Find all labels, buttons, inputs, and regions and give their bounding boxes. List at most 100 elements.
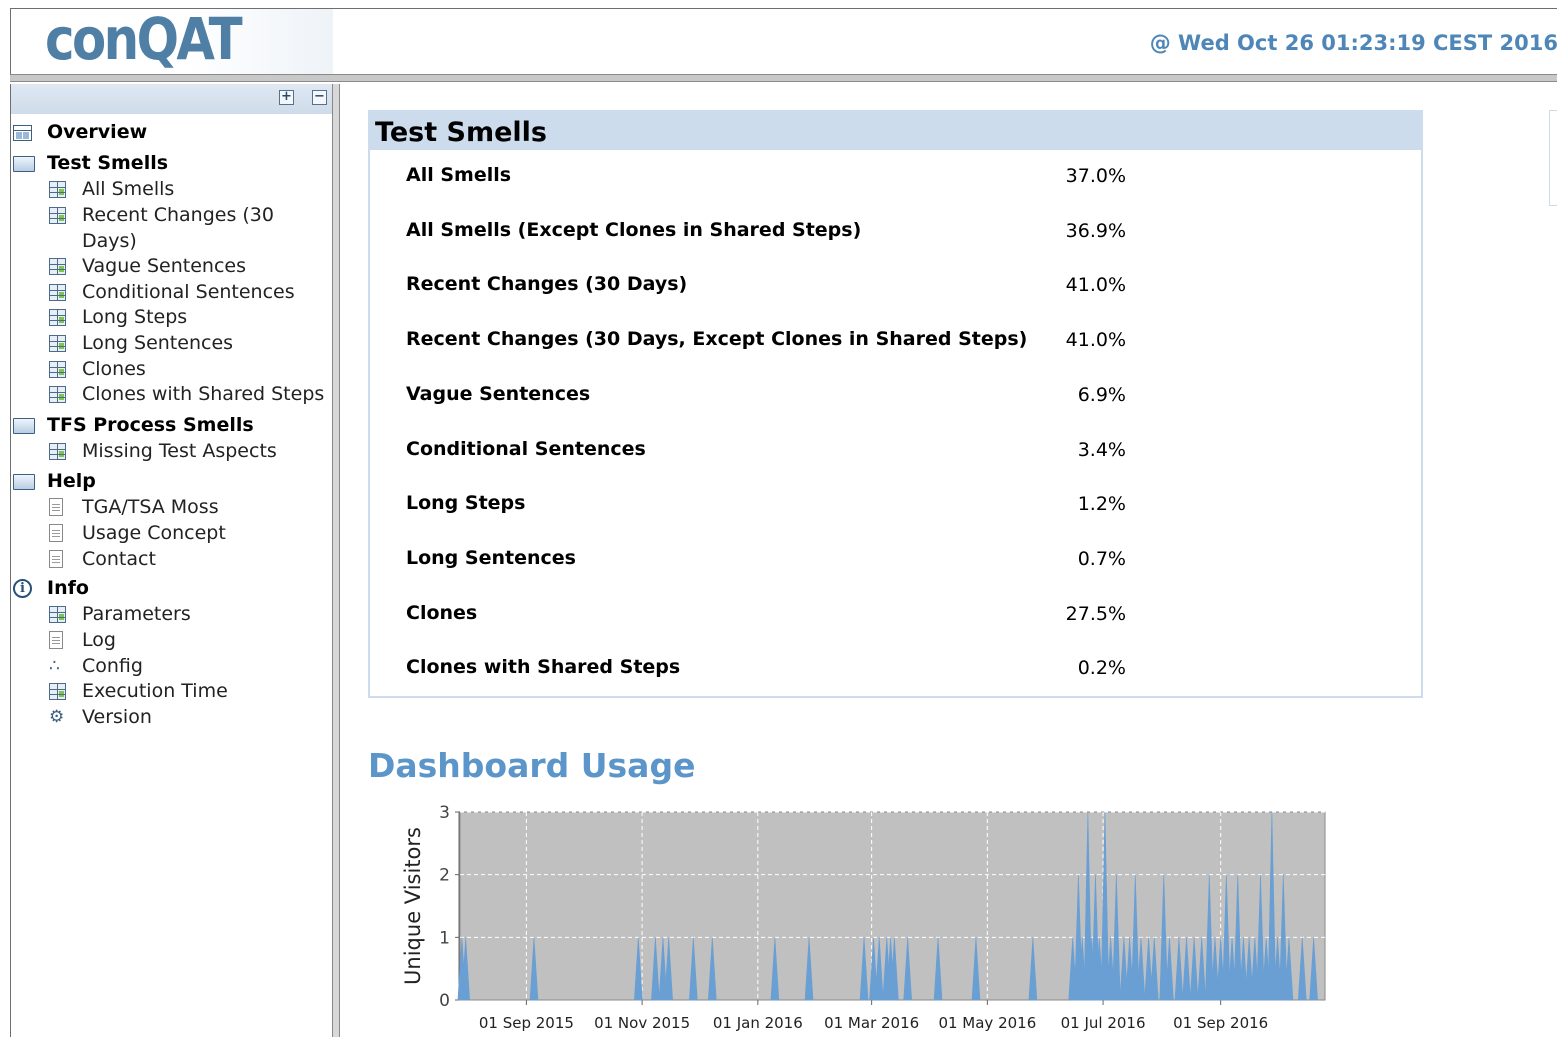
smell-row: Conditional Sentences 3.4% xyxy=(406,438,1126,468)
smell-value: 0.7% xyxy=(1077,547,1126,570)
nav-item[interactable]: Recent Changes (30 xyxy=(82,203,274,227)
x-tick-label: 01 Nov 2015 xyxy=(594,1014,690,1032)
nav-item[interactable]: Log xyxy=(82,628,116,652)
sidebar-toolbar: + − xyxy=(11,84,333,114)
nav-item[interactable]: Usage Concept xyxy=(82,521,226,545)
smell-name[interactable]: Conditional Sentences xyxy=(406,438,646,460)
nav-item[interactable]: Parameters xyxy=(82,602,191,626)
x-tick-label: 01 Sep 2015 xyxy=(479,1014,574,1032)
folder-icon xyxy=(13,156,35,172)
smell-row: All Smells (Except Clones in Shared Step… xyxy=(406,219,1126,249)
smell-row: Vague Sentences 6.9% xyxy=(406,383,1126,413)
smell-row: All Smells 37.0% xyxy=(406,164,1126,194)
smell-name[interactable]: All Smells (Except Clones in Shared Step… xyxy=(406,219,861,241)
smell-name[interactable]: Long Sentences xyxy=(406,547,576,569)
dashboard-usage-heading: Dashboard Usage xyxy=(368,746,696,785)
nav-item[interactable]: All Smells xyxy=(82,177,174,201)
navigation-sidebar: + − Overview Test Smells All Smells Recent … xyxy=(10,84,333,1037)
smell-row: Long Sentences 0.7% xyxy=(406,547,1126,577)
table-icon xyxy=(49,361,66,378)
smell-name[interactable]: Clones with Shared Steps xyxy=(406,656,680,678)
smell-name[interactable]: Recent Changes (30 Days) xyxy=(406,273,687,295)
smell-value: 27.5% xyxy=(1065,602,1126,625)
nav-item[interactable]: Execution Time xyxy=(82,679,228,703)
nav-item-continuation[interactable]: Days) xyxy=(82,229,137,253)
nav-item[interactable]: TGA/TSA Moss xyxy=(82,495,219,519)
nav-item[interactable]: Vague Sentences xyxy=(82,254,246,278)
document-icon xyxy=(49,524,63,542)
nav-item[interactable]: Overview xyxy=(47,120,147,144)
smell-value: 41.0% xyxy=(1065,274,1126,297)
nav-item[interactable]: TFS Process Smells xyxy=(47,413,254,437)
smell-row: Clones 27.5% xyxy=(406,602,1126,632)
info-icon: i xyxy=(13,579,32,598)
table-icon xyxy=(49,335,66,352)
nav-item[interactable]: Version xyxy=(82,705,152,729)
y-tick-label: 0 xyxy=(439,991,450,1011)
y-tick-label: 3 xyxy=(439,803,450,823)
nav-item[interactable]: Clones with Shared Steps xyxy=(82,382,324,406)
nav-item[interactable]: Missing Test Aspects xyxy=(82,439,277,463)
document-icon xyxy=(49,498,63,516)
x-tick-label: 01 Jul 2016 xyxy=(1061,1014,1146,1032)
config-icon: ∴ xyxy=(49,656,60,676)
panel-title: Test Smells xyxy=(370,112,1421,150)
document-icon xyxy=(49,550,63,568)
side-panel-edge xyxy=(1549,110,1557,206)
nav-item[interactable]: Clones xyxy=(82,357,146,381)
smell-value: 0.2% xyxy=(1077,657,1126,680)
logo-area: conQAT xyxy=(11,5,333,75)
table-icon xyxy=(49,258,66,275)
y-tick-label: 1 xyxy=(439,928,450,948)
smell-value: 41.0% xyxy=(1065,329,1126,352)
expand-all-button[interactable]: + xyxy=(279,90,294,105)
generation-timestamp: @ Wed Oct 26 01:23:19 CEST 2016 xyxy=(1149,31,1557,55)
smell-name[interactable]: Long Steps xyxy=(406,492,525,514)
smell-row: Recent Changes (30 Days) 41.0% xyxy=(406,273,1126,303)
smell-value: 6.9% xyxy=(1077,383,1126,406)
y-axis-label: Unique Visitors xyxy=(401,827,425,985)
header-divider xyxy=(10,74,1557,82)
nav-item[interactable]: Contact xyxy=(82,547,156,571)
table-icon xyxy=(49,443,66,460)
y-tick-label: 2 xyxy=(439,866,450,886)
folder-icon xyxy=(13,418,35,434)
folder-icon xyxy=(13,474,35,490)
version-icon: ⚙ xyxy=(49,707,65,727)
smell-value: 1.2% xyxy=(1077,493,1126,516)
smell-row: Recent Changes (30 Days, Except Clones i… xyxy=(406,328,1126,358)
x-tick-label: 01 May 2016 xyxy=(938,1014,1036,1032)
x-tick-label: 01 Jan 2016 xyxy=(713,1014,803,1032)
smell-name[interactable]: Recent Changes (30 Days, Except Clones i… xyxy=(406,328,1027,350)
nav-item[interactable]: Conditional Sentences xyxy=(82,280,295,304)
test-smells-panel: Test Smells All Smells 37.0% All Smells (E… xyxy=(368,110,1423,698)
table-icon xyxy=(49,181,66,198)
smell-name[interactable]: All Smells xyxy=(406,164,511,186)
nav-item[interactable]: Long Sentences xyxy=(82,331,233,355)
log-icon xyxy=(49,631,63,649)
smell-row: Clones with Shared Steps 0.2% xyxy=(406,656,1126,686)
header-bar: conQAT @ Wed Oct 26 01:23:19 CEST 2016 xyxy=(10,5,1557,75)
nav-item[interactable]: Config xyxy=(82,654,143,678)
nav-item[interactable]: Info xyxy=(47,576,89,600)
execution-time-icon xyxy=(49,683,66,700)
x-tick-label: 01 Sep 2016 xyxy=(1173,1014,1268,1032)
sidebar-splitter[interactable] xyxy=(332,84,340,1037)
nav-item[interactable]: Test Smells xyxy=(47,151,168,175)
table-icon xyxy=(49,207,66,224)
usage-chart: 0 1 2 3 01 Sep 2015 01 Nov 2015 01 Jan 2016 01 … xyxy=(401,803,1326,1032)
smell-value: 3.4% xyxy=(1077,438,1126,461)
table-icon xyxy=(49,606,66,623)
smell-row: Long Steps 1.2% xyxy=(406,492,1126,522)
conqat-logo[interactable]: conQAT xyxy=(45,5,243,73)
nav-item[interactable]: Long Steps xyxy=(82,305,187,329)
table-icon xyxy=(49,386,66,403)
collapse-all-button[interactable]: − xyxy=(312,90,327,105)
smell-name[interactable]: Clones xyxy=(406,602,477,624)
table-icon xyxy=(49,309,66,326)
x-tick-label: 01 Mar 2016 xyxy=(824,1014,919,1032)
smell-name[interactable]: Vague Sentences xyxy=(406,383,590,405)
nav-item[interactable]: Help xyxy=(47,469,96,493)
table-icon xyxy=(49,284,66,301)
smell-value: 36.9% xyxy=(1065,219,1126,242)
